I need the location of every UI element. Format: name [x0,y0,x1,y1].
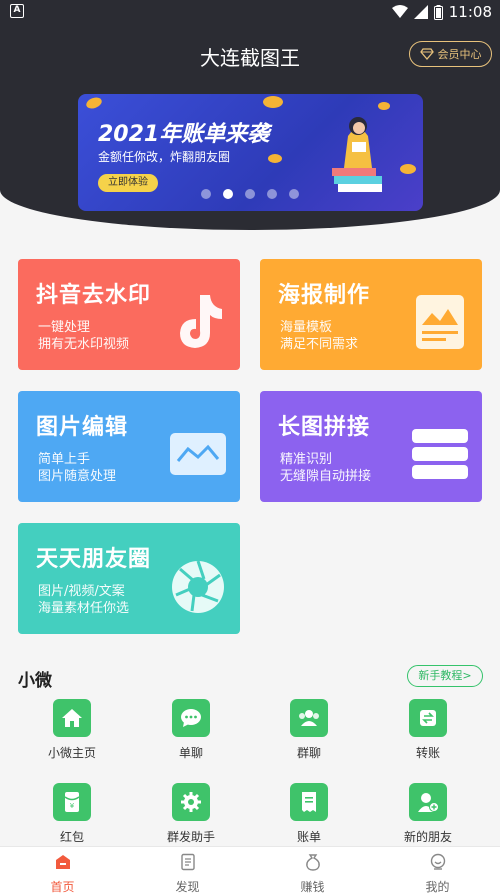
wifi-icon [391,5,408,18]
header: A 11:08 大连截图王 会员中心 2021年账单来袭 金额任你改，炸翻朋友圈… [0,0,500,230]
status-bar: A 11:08 [0,0,500,24]
grid-label: 单聊 [178,746,203,760]
pagination-dot[interactable] [201,189,211,199]
card-title: 海报制作 [278,283,371,308]
group-icon [290,699,328,737]
card-desc-line2: 图片随意处理 [38,469,117,484]
grid-label: 群发助手 [166,830,215,844]
tab-discover[interactable]: 发现 [125,847,250,894]
red-packet-icon: ¥ [53,783,91,821]
card-desc-line2: 海量素材任你选 [38,601,130,616]
coin-decoration [400,164,416,174]
home-icon [53,699,91,737]
pagination-dot[interactable] [245,189,255,199]
section-title: 小微 [18,671,52,691]
battery-icon [433,4,443,20]
banner-title: 2021年账单来袭 [98,122,270,147]
pagination-dot-active[interactable] [223,189,233,199]
coin-decoration [263,96,283,108]
tab-label: 我的 [425,880,450,894]
tab-label: 首页 [50,880,75,894]
gear-icon [172,783,210,821]
bill-icon [290,783,328,821]
card-desc-line2: 拥有无水印视频 [38,337,130,352]
money-bag-icon [305,854,320,871]
grid-item-transfer[interactable]: 转账 [378,699,478,761]
grid-item-single-chat[interactable]: 单聊 [141,699,241,761]
card-poster-maker[interactable]: 海报制作 海量模板 满足不同需求 [260,259,482,370]
card-desc-line2: 满足不同需求 [280,337,359,352]
signal-icon [413,5,428,19]
tab-label: 发现 [175,880,200,894]
coin-decoration [268,154,282,163]
card-daily-moments[interactable]: 天天朋友圈 图片/视频/文案 海量素材任你选 [18,523,240,634]
transfer-icon [409,699,447,737]
card-douyin-watermark[interactable]: 抖音去水印 一键处理 拥有无水印视频 [18,259,240,370]
grid-item-home[interactable]: 小微主页 [22,699,122,761]
bottom-tab-bar: 首页 发现 赚钱 我的 [0,846,500,894]
banner-subtitle: 金额任你改，炸翻朋友圈 [98,150,231,164]
diamond-icon [419,48,434,60]
banner-pagination [201,189,299,199]
grid-label: 红包 [59,830,84,844]
card-long-image-stitch[interactable]: 长图拼接 精准识别 无缝隙自动拼接 [260,391,482,502]
svg-text:¥: ¥ [70,802,75,810]
grid-label: 群聊 [296,746,321,760]
status-time: 11:08 [448,3,492,21]
card-image-editor[interactable]: 图片编辑 简单上手 图片随意处理 [18,391,240,502]
tab-profile[interactable]: 我的 [375,847,500,894]
tab-label: 赚钱 [300,880,325,894]
home-tab-icon [55,855,70,869]
chat-icon [172,699,210,737]
discover-tab-icon [180,853,195,871]
add-friend-icon [409,783,447,821]
grid-item-mass-send[interactable]: 群发助手 [141,783,241,845]
tab-home[interactable]: 首页 [0,847,125,894]
card-title: 抖音去水印 [36,283,152,308]
grid-label: 账单 [296,830,321,844]
reading-girl-illustration [332,117,382,192]
grid-label: 新的朋友 [403,830,452,844]
tiktok-icon [180,295,222,348]
aperture-icon [172,560,224,613]
vip-center-label: 会员中心 [437,48,482,61]
pagination-dot[interactable] [289,189,299,199]
profile-tab-icon [430,853,445,870]
grid-item-new-friends[interactable]: 新的朋友 [378,783,478,845]
coin-decoration [84,95,104,111]
grid-label: 转账 [415,746,440,760]
grid-item-group-chat[interactable]: 群聊 [259,699,359,761]
pagination-dot[interactable] [267,189,277,199]
card-title: 天天朋友圈 [36,547,152,572]
grid-item-red-packet[interactable]: ¥ 红包 [22,783,122,845]
promo-banner[interactable]: 2021年账单来袭 金额任你改，炸翻朋友圈 立即体验 [78,94,423,211]
poster-icon [416,295,464,349]
card-title: 图片编辑 [36,415,129,440]
card-title: 长图拼接 [278,415,371,440]
banner-try-button[interactable]: 立即体验 [98,174,158,192]
vip-center-button[interactable]: 会员中心 [409,41,492,67]
image-edit-icon [170,433,226,475]
stack-icon [412,429,468,479]
grid-label: 小微主页 [47,746,96,760]
grid-item-bill[interactable]: 账单 [259,783,359,845]
card-desc-line2: 无缝隙自动拼接 [280,469,372,484]
tutorial-button[interactable]: 新手教程> [407,665,483,687]
tab-earn-money[interactable]: 赚钱 [250,847,375,894]
notification-icon: A [10,4,24,18]
